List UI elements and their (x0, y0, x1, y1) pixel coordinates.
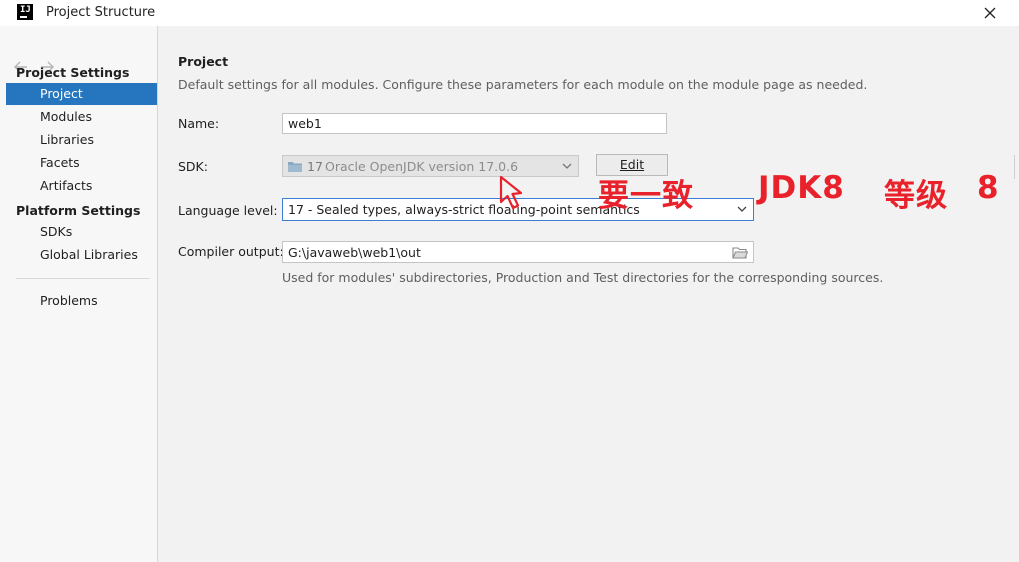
name-field[interactable] (282, 113, 667, 134)
name-label: Name: (178, 116, 220, 131)
annotation-level: 等级 (884, 178, 948, 214)
close-button[interactable] (978, 1, 1002, 25)
page-description: Default settings for all modules. Config… (178, 77, 868, 92)
sidebar-item-sdks[interactable]: SDKs (6, 221, 157, 243)
sidebar-divider (16, 278, 150, 279)
language-level-value: 17 - Sealed types, always-strict floatin… (288, 202, 640, 217)
compiler-output-value: G:\javaweb\web1\out (288, 245, 421, 260)
close-icon (984, 7, 996, 19)
compiler-output-label: Compiler output: (178, 244, 284, 259)
language-level-label: Language level: (178, 203, 278, 218)
sdk-version-number: 17 (307, 159, 323, 174)
platform-settings-header: Platform Settings (16, 203, 141, 218)
sdk-label: SDK: (178, 159, 208, 174)
sdk-folder-icon (288, 162, 302, 172)
project-settings-header: Project Settings (16, 65, 130, 80)
browse-folder-icon[interactable] (732, 246, 748, 259)
sidebar-item-problems[interactable]: Problems (6, 290, 157, 312)
compiler-output-hint: Used for modules' subdirectories, Produc… (282, 270, 884, 285)
chevron-down-icon (562, 163, 572, 169)
red-cursor-arrow-icon (499, 175, 523, 210)
annotation-consistent: 要一致 (598, 178, 694, 214)
title-bar: IJ Project Structure (0, 0, 1019, 26)
window-title: Project Structure (46, 5, 156, 20)
sidebar-item-facets[interactable]: Facets (6, 152, 157, 174)
compiler-output-field[interactable]: G:\javaweb\web1\out (282, 241, 754, 263)
intellij-logo-icon: IJ (17, 4, 33, 20)
sidebar-item-modules[interactable]: Modules (6, 106, 157, 128)
sdk-select[interactable]: 17 Oracle OpenJDK version 17.0.6 (282, 155, 579, 177)
sidebar-item-artifacts[interactable]: Artifacts (6, 175, 157, 197)
sidebar-item-project[interactable]: Project (6, 83, 157, 105)
page-title: Project (178, 54, 229, 69)
window-edge (1014, 155, 1019, 179)
sdk-version-text: Oracle OpenJDK version 17.0.6 (325, 159, 519, 174)
sidebar-item-libraries[interactable]: Libraries (6, 129, 157, 151)
annotation-jdk8: JDK8 (758, 170, 845, 206)
chevron-down-icon (737, 206, 747, 212)
annotation-eight: 8 (977, 170, 1000, 206)
sidebar-item-global-libraries[interactable]: Global Libraries (6, 244, 157, 266)
